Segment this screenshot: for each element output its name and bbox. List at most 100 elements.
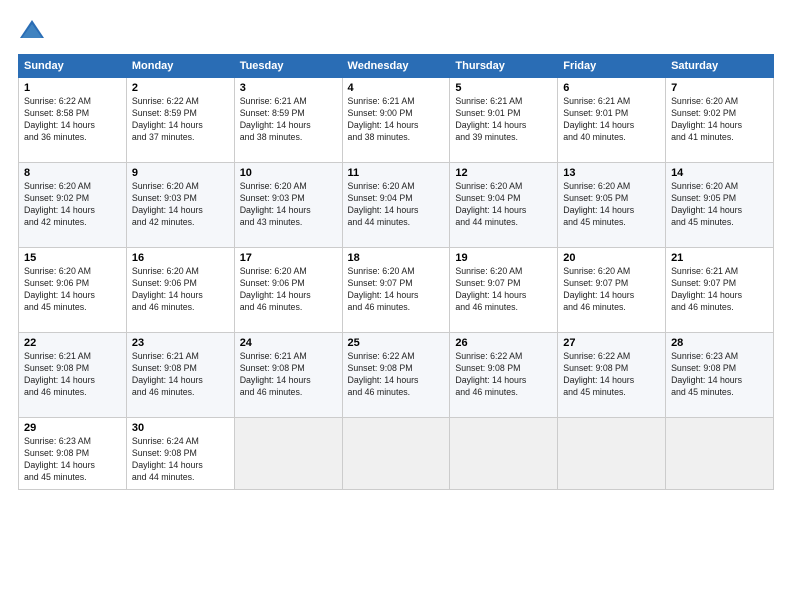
weekday-header: Saturday <box>666 55 774 78</box>
calendar-cell: 2Sunrise: 6:22 AMSunset: 8:59 PMDaylight… <box>126 78 234 163</box>
day-number: 9 <box>132 167 229 179</box>
calendar-cell: 12 Sunrise: 6:20 AMSunset: 9:04 PMDayligh… <box>450 163 558 248</box>
weekday-header: Tuesday <box>234 55 342 78</box>
calendar-cell: 30 Sunrise: 6:24 AMSunset: 9:08 PMDayligh… <box>126 418 234 490</box>
weekday-header: Friday <box>558 55 666 78</box>
cell-details: Sunrise: 6:21 AMSunset: 9:08 PMDaylight:… <box>132 351 229 399</box>
calendar-cell: 19 Sunrise: 6:20 AMSunset: 9:07 PMDayligh… <box>450 248 558 333</box>
cell-details: Sunrise: 6:21 AMSunset: 9:08 PMDaylight:… <box>240 351 337 399</box>
day-number: 5 <box>455 82 552 94</box>
calendar-cell: 22 Sunrise: 6:21 AMSunset: 9:08 PMDayligh… <box>19 333 127 418</box>
day-number: 4 <box>348 82 445 94</box>
day-number: 14 <box>671 167 768 179</box>
cell-details: Sunrise: 6:20 AMSunset: 9:06 PMDaylight:… <box>24 266 121 314</box>
day-number: 7 <box>671 82 768 94</box>
day-number: 21 <box>671 252 768 264</box>
calendar-cell: 1Sunrise: 6:22 AMSunset: 8:58 PMDaylight… <box>19 78 127 163</box>
cell-details: Sunrise: 6:22 AMSunset: 9:08 PMDaylight:… <box>563 351 660 399</box>
weekday-header: Monday <box>126 55 234 78</box>
day-number: 27 <box>563 337 660 349</box>
calendar-week-row: 22 Sunrise: 6:21 AMSunset: 9:08 PMDayligh… <box>19 333 774 418</box>
cell-details: Sunrise: 6:20 AMSunset: 9:06 PMDaylight:… <box>132 266 229 314</box>
weekday-header: Wednesday <box>342 55 450 78</box>
cell-details: Sunrise: 6:20 AMSunset: 9:02 PMDaylight:… <box>24 181 121 229</box>
cell-details: Sunrise: 6:20 AMSunset: 9:03 PMDaylight:… <box>132 181 229 229</box>
calendar-cell: 14 Sunrise: 6:20 AMSunset: 9:05 PMDayligh… <box>666 163 774 248</box>
cell-details: Sunrise: 6:20 AMSunset: 9:06 PMDaylight:… <box>240 266 337 314</box>
calendar-cell: 4 Sunrise: 6:21 AMSunset: 9:00 PMDaylight… <box>342 78 450 163</box>
day-number: 2 <box>132 82 229 94</box>
day-number: 28 <box>671 337 768 349</box>
day-number: 20 <box>563 252 660 264</box>
calendar-cell: 17 Sunrise: 6:20 AMSunset: 9:06 PMDayligh… <box>234 248 342 333</box>
calendar-week-row: 15 Sunrise: 6:20 AMSunset: 9:06 PMDayligh… <box>19 248 774 333</box>
day-number: 17 <box>240 252 337 264</box>
day-number: 30 <box>132 422 229 434</box>
day-number: 3 <box>240 82 337 94</box>
weekday-header: Sunday <box>19 55 127 78</box>
cell-details: Sunrise: 6:21 AMSunset: 9:00 PMDaylight:… <box>348 96 445 144</box>
calendar-cell: 6Sunrise: 6:21 AMSunset: 9:01 PMDaylight… <box>558 78 666 163</box>
day-number: 22 <box>24 337 121 349</box>
header <box>18 16 774 44</box>
cell-details: Sunrise: 6:20 AMSunset: 9:03 PMDaylight:… <box>240 181 337 229</box>
day-number: 12 <box>455 167 552 179</box>
cell-details: Sunrise: 6:21 AMSunset: 9:07 PMDaylight:… <box>671 266 768 314</box>
calendar-cell: 8Sunrise: 6:20 AMSunset: 9:02 PMDaylight… <box>19 163 127 248</box>
cell-details: Sunrise: 6:24 AMSunset: 9:08 PMDaylight:… <box>132 436 229 484</box>
cell-details: Sunrise: 6:22 AMSunset: 9:08 PMDaylight:… <box>348 351 445 399</box>
cell-details: Sunrise: 6:20 AMSunset: 9:07 PMDaylight:… <box>563 266 660 314</box>
cell-details: Sunrise: 6:22 AMSunset: 9:08 PMDaylight:… <box>455 351 552 399</box>
calendar-cell: 5Sunrise: 6:21 AMSunset: 9:01 PMDaylight… <box>450 78 558 163</box>
calendar-cell: 15 Sunrise: 6:20 AMSunset: 9:06 PMDayligh… <box>19 248 127 333</box>
calendar-cell: 10 Sunrise: 6:20 AMSunset: 9:03 PMDayligh… <box>234 163 342 248</box>
weekday-header: Thursday <box>450 55 558 78</box>
cell-details: Sunrise: 6:20 AMSunset: 9:04 PMDaylight:… <box>348 181 445 229</box>
calendar-cell: 13 Sunrise: 6:20 AMSunset: 9:05 PMDayligh… <box>558 163 666 248</box>
cell-details: Sunrise: 6:20 AMSunset: 9:05 PMDaylight:… <box>671 181 768 229</box>
calendar-cell <box>234 418 342 490</box>
calendar-week-row: 8Sunrise: 6:20 AMSunset: 9:02 PMDaylight… <box>19 163 774 248</box>
calendar-cell: 23 Sunrise: 6:21 AMSunset: 9:08 PMDayligh… <box>126 333 234 418</box>
calendar-cell <box>450 418 558 490</box>
cell-details: Sunrise: 6:21 AMSunset: 9:08 PMDaylight:… <box>24 351 121 399</box>
cell-details: Sunrise: 6:23 AMSunset: 9:08 PMDaylight:… <box>24 436 121 484</box>
day-number: 11 <box>348 167 445 179</box>
calendar-cell: 21 Sunrise: 6:21 AMSunset: 9:07 PMDayligh… <box>666 248 774 333</box>
cell-details: Sunrise: 6:21 AMSunset: 8:59 PMDaylight:… <box>240 96 337 144</box>
day-number: 24 <box>240 337 337 349</box>
calendar-cell: 9 Sunrise: 6:20 AMSunset: 9:03 PMDaylight… <box>126 163 234 248</box>
calendar-cell <box>342 418 450 490</box>
calendar-cell: 20 Sunrise: 6:20 AMSunset: 9:07 PMDayligh… <box>558 248 666 333</box>
day-number: 10 <box>240 167 337 179</box>
day-number: 19 <box>455 252 552 264</box>
calendar-cell: 11 Sunrise: 6:20 AMSunset: 9:04 PMDayligh… <box>342 163 450 248</box>
cell-details: Sunrise: 6:20 AMSunset: 9:05 PMDaylight:… <box>563 181 660 229</box>
day-number: 13 <box>563 167 660 179</box>
calendar-cell: 27 Sunrise: 6:22 AMSunset: 9:08 PMDayligh… <box>558 333 666 418</box>
cell-details: Sunrise: 6:20 AMSunset: 9:07 PMDaylight:… <box>455 266 552 314</box>
cell-details: Sunrise: 6:22 AMSunset: 8:58 PMDaylight:… <box>24 96 121 144</box>
cell-details: Sunrise: 6:23 AMSunset: 9:08 PMDaylight:… <box>671 351 768 399</box>
page: SundayMondayTuesdayWednesdayThursdayFrid… <box>0 0 792 612</box>
day-number: 29 <box>24 422 121 434</box>
day-number: 25 <box>348 337 445 349</box>
calendar-cell: 18Sunrise: 6:20 AMSunset: 9:07 PMDayligh… <box>342 248 450 333</box>
calendar-cell: 3 Sunrise: 6:21 AMSunset: 8:59 PMDaylight… <box>234 78 342 163</box>
cell-details: Sunrise: 6:20 AMSunset: 9:02 PMDaylight:… <box>671 96 768 144</box>
calendar-cell: 25 Sunrise: 6:22 AMSunset: 9:08 PMDayligh… <box>342 333 450 418</box>
calendar-cell: 24 Sunrise: 6:21 AMSunset: 9:08 PMDayligh… <box>234 333 342 418</box>
logo-icon <box>18 16 46 44</box>
day-number: 16 <box>132 252 229 264</box>
calendar-table: SundayMondayTuesdayWednesdayThursdayFrid… <box>18 54 774 490</box>
weekday-header-row: SundayMondayTuesdayWednesdayThursdayFrid… <box>19 55 774 78</box>
calendar-cell <box>558 418 666 490</box>
day-number: 23 <box>132 337 229 349</box>
calendar-cell: 29 Sunrise: 6:23 AMSunset: 9:08 PMDayligh… <box>19 418 127 490</box>
cell-details: Sunrise: 6:20 AMSunset: 9:04 PMDaylight:… <box>455 181 552 229</box>
calendar-week-row: 1Sunrise: 6:22 AMSunset: 8:58 PMDaylight… <box>19 78 774 163</box>
calendar-cell <box>666 418 774 490</box>
day-number: 15 <box>24 252 121 264</box>
logo <box>18 16 49 44</box>
day-number: 18 <box>348 252 445 264</box>
